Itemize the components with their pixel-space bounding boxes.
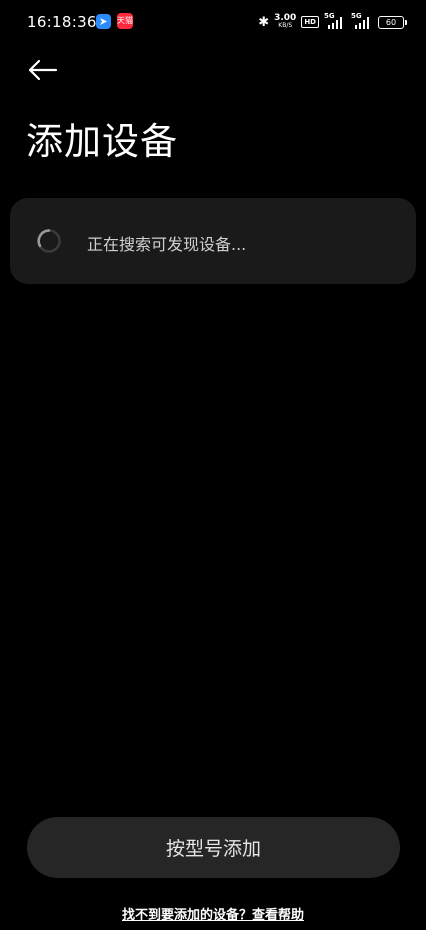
back-arrow-icon bbox=[28, 59, 58, 81]
help-link[interactable]: 找不到要添加的设备？查看帮助 bbox=[0, 904, 426, 923]
search-status-text: 正在搜索可发现设备... bbox=[87, 235, 247, 254]
signal-sim2-icon: 5G bbox=[351, 12, 373, 29]
page-title: 添加设备 bbox=[26, 120, 178, 163]
bluetooth-icon: ✱ bbox=[258, 14, 270, 30]
back-button[interactable] bbox=[24, 54, 64, 86]
hd-voice-icon: HD bbox=[301, 16, 319, 28]
tmall-notification-icon: 天猫 bbox=[117, 13, 133, 29]
network-speed: 3.00 KB/S bbox=[274, 13, 297, 30]
battery-icon: 60 bbox=[378, 15, 407, 29]
status-time: 16:18:36 bbox=[27, 13, 97, 31]
status-bar: 16:18:36 天猫 ✱ 3.00 KB/S HD 5G 5G 60 bbox=[0, 0, 426, 44]
app-notification-icon bbox=[96, 14, 111, 29]
signal-sim1-icon: 5G bbox=[324, 12, 346, 29]
loading-spinner-icon bbox=[37, 229, 61, 253]
add-by-model-button[interactable]: 按型号添加 bbox=[27, 817, 400, 878]
search-status-card: 正在搜索可发现设备... bbox=[10, 198, 416, 284]
status-indicators: ✱ 3.00 KB/S HD 5G 5G 60 bbox=[258, 12, 407, 32]
